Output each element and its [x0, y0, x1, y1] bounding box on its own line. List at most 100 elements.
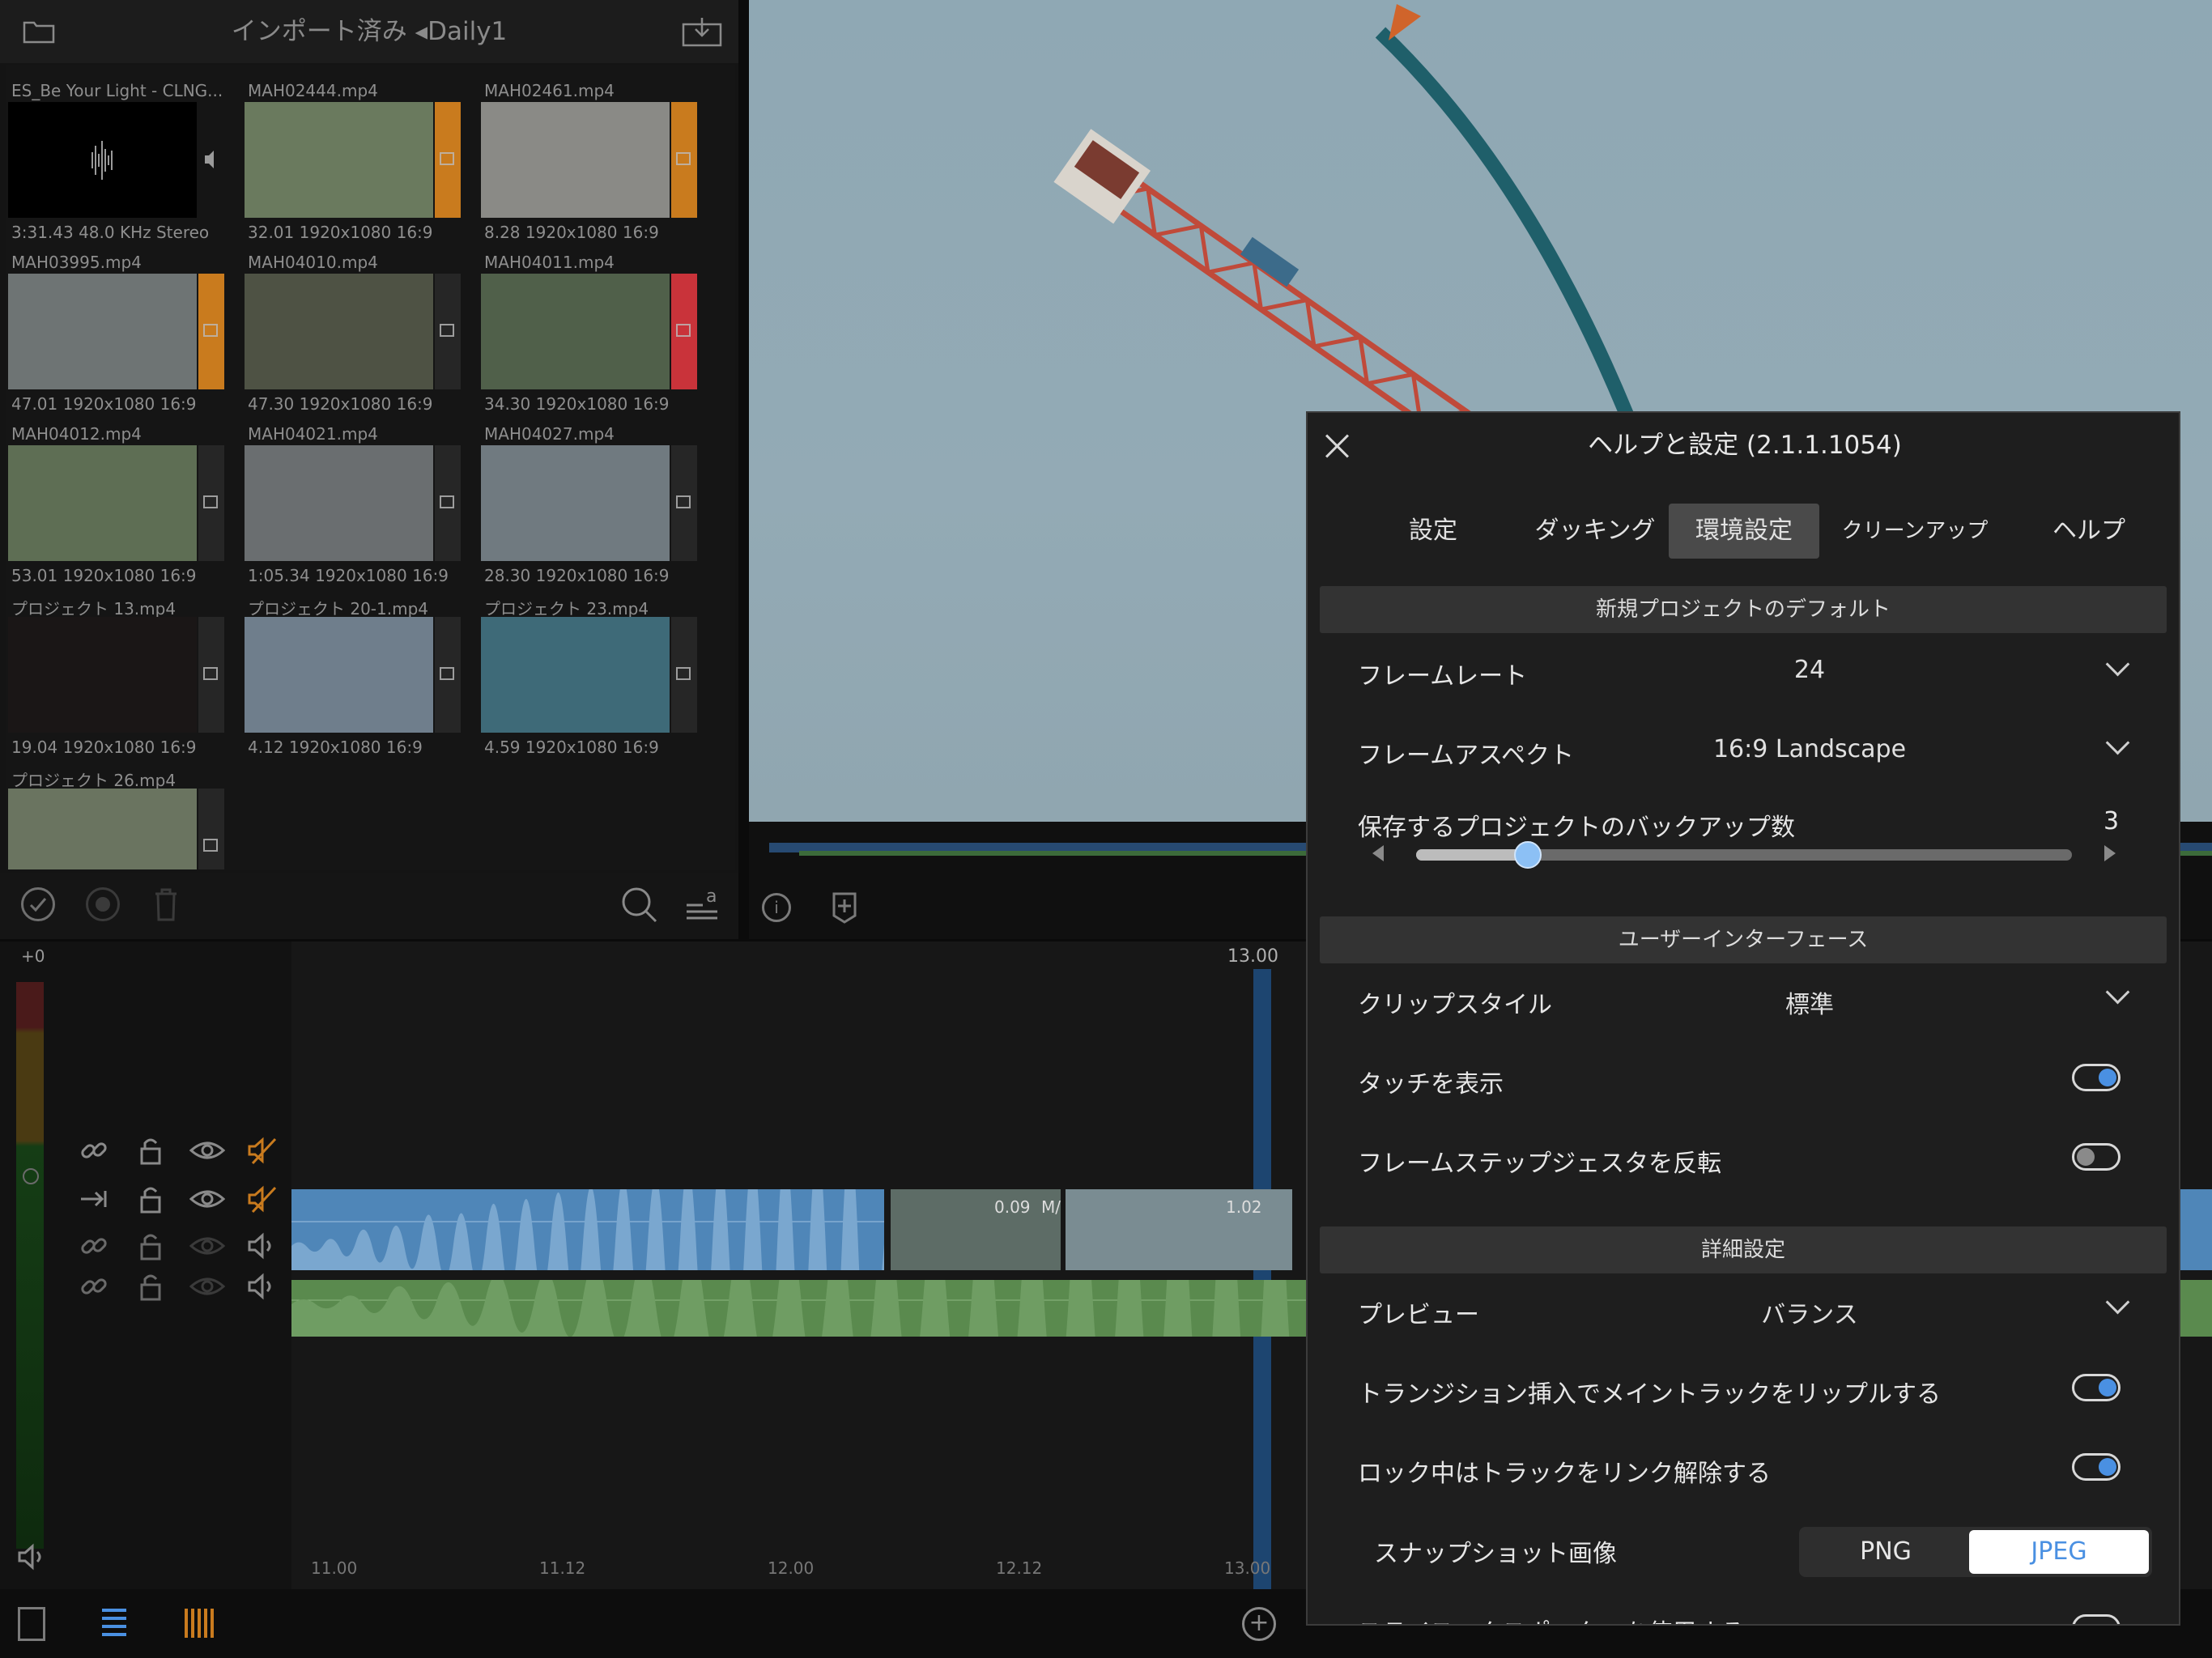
backup-count-value: 3 — [2104, 807, 2120, 835]
add-project-icon[interactable] — [18, 1607, 45, 1641]
chevron-down-icon[interactable] — [2105, 730, 2130, 755]
lock-icon[interactable] — [134, 1183, 167, 1215]
add-clip-icon[interactable]: + — [1242, 1607, 1276, 1641]
chevron-down-icon[interactable] — [2105, 652, 2130, 677]
select-all-icon[interactable] — [21, 887, 55, 921]
track-controls: +0 — [0, 942, 291, 1589]
clip-thumbnail — [8, 617, 197, 733]
snapshot-label: スナップショット画像 — [1374, 1540, 1617, 1568]
clip-type-icon — [435, 445, 461, 561]
link-icon[interactable] — [78, 1134, 110, 1167]
add-marker-icon[interactable] — [832, 891, 857, 924]
clip-meta: 32.01 1920x1080 16:9 — [248, 223, 433, 242]
clip-thumbnail — [245, 445, 433, 561]
clip-meta: 19.04 1920x1080 16:9 — [11, 738, 197, 757]
timeline-view-icon[interactable] — [183, 1607, 215, 1639]
playhead[interactable] — [1253, 969, 1271, 1589]
clip-tile[interactable]: MAH04027.mp4 28.30 1920x1080 16:9 — [481, 424, 701, 586]
link-icon[interactable] — [78, 1230, 110, 1262]
snapshot-png-option[interactable]: PNG — [1802, 1530, 1969, 1574]
clip-tile[interactable]: MAH04021.mp4 1:05.34 1920x1080 16:9 — [245, 424, 465, 586]
invert-frame-step-toggle[interactable] — [2072, 1143, 2121, 1171]
clip-tile[interactable]: MAH04011.mp4 34.30 1920x1080 16:9 — [481, 253, 701, 414]
audio-clip-track-right[interactable] — [2176, 1189, 2212, 1270]
info-icon[interactable]: i — [762, 893, 791, 922]
backup-slider[interactable] — [1416, 841, 2072, 869]
insert-icon[interactable] — [78, 1183, 110, 1215]
settings-dialog: ヘルプと設定 (2.1.1.1054) 設定 ダッキング 環境設定 クリーンアッ… — [1306, 411, 2180, 1626]
clip-tile[interactable]: プロジェクト 13.mp4 19.04 1920x1080 16:9 — [8, 596, 228, 758]
clip-tile[interactable]: プロジェクト 23.mp4 4.59 1920x1080 16:9 — [481, 596, 701, 758]
unlink-toggle[interactable] — [2072, 1453, 2121, 1481]
clip-tile[interactable]: MAH04010.mp4 47.30 1920x1080 16:9 — [245, 253, 465, 414]
tab-ducking[interactable]: ダッキング — [1506, 504, 1684, 559]
slider-knob[interactable] — [1513, 841, 1542, 869]
video-clip[interactable]: 1.02 — [1066, 1189, 1292, 1270]
clip-tile[interactable]: プロジェクト 26.mp4 — [8, 767, 228, 870]
clip-tile[interactable]: ES_Be Your Light - CLNG... 3:31.43 48.0 K… — [8, 81, 228, 243]
audio-waveform-icon — [8, 102, 197, 218]
speaker-icon[interactable] — [246, 1270, 279, 1303]
clip-thumbnail — [245, 102, 433, 218]
clip-name: MAH02444.mp4 — [248, 81, 378, 100]
clip-duration-label: 0.09 — [994, 1197, 1031, 1217]
slice-exporter-toggle[interactable] — [2072, 1614, 2121, 1624]
eye-icon[interactable] — [189, 1134, 226, 1167]
link-icon[interactable] — [78, 1270, 110, 1303]
tab-cleanup[interactable]: クリーンアップ — [1826, 504, 2004, 559]
speaker-icon[interactable] — [246, 1230, 279, 1262]
clip-meta: 4.59 1920x1080 16:9 — [484, 738, 659, 757]
meter-knob[interactable] — [23, 1168, 39, 1184]
frame-aspect-label: フレームアスペクト — [1358, 742, 1574, 770]
search-icon[interactable] — [620, 886, 659, 925]
decrement-icon[interactable] — [1372, 845, 1384, 861]
clip-thumbnail — [481, 274, 670, 389]
clip-thumbnail — [245, 274, 433, 389]
preview-label: プレビュー — [1358, 1301, 1479, 1329]
lock-icon[interactable] — [134, 1230, 167, 1262]
trash-icon[interactable] — [154, 887, 178, 921]
snapshot-format-segmented: PNG JPEG — [1799, 1527, 2152, 1577]
record-icon[interactable] — [86, 887, 120, 921]
eye-icon[interactable] — [189, 1183, 226, 1215]
clip-meta: 34.30 1920x1080 16:9 — [484, 394, 670, 414]
clip-thumbnail — [481, 617, 670, 733]
lock-icon[interactable] — [134, 1270, 167, 1303]
clip-tile[interactable]: MAH04012.mp4 53.01 1920x1080 16:9 — [8, 424, 228, 586]
clip-name: MAH03995.mp4 — [11, 253, 142, 272]
browser-title[interactable]: インポート済み ◂Daily1 — [0, 0, 738, 63]
clip-tile[interactable]: MAH03995.mp4 47.01 1920x1080 16:9 — [8, 253, 228, 414]
import-icon[interactable] — [682, 16, 722, 47]
clip-tile[interactable]: プロジェクト 20-1.mp4 4.12 1920x1080 16:9 — [245, 596, 465, 758]
speaker-muted-icon[interactable] — [246, 1134, 279, 1167]
list-view-icon[interactable] — [100, 1607, 128, 1639]
video-clip[interactable]: 0.09 M/ — [891, 1189, 1061, 1270]
show-touch-toggle[interactable] — [2072, 1064, 2121, 1091]
clip-tile[interactable]: MAH02444.mp4 32.01 1920x1080 16:9 — [245, 81, 465, 243]
tab-settings[interactable]: 設定 — [1372, 504, 1494, 559]
chevron-down-icon[interactable] — [2105, 980, 2130, 1005]
tab-preferences[interactable]: 環境設定 — [1669, 504, 1819, 559]
lock-icon[interactable] — [134, 1134, 167, 1167]
ripple-toggle[interactable] — [2072, 1374, 2121, 1401]
eye-icon[interactable] — [189, 1270, 226, 1303]
speaker-muted-icon[interactable] — [246, 1183, 279, 1215]
clip-duration-label: 1.02 — [1226, 1197, 1262, 1217]
master-volume-icon[interactable] — [16, 1541, 49, 1573]
sort-icon[interactable]: a — [685, 886, 719, 923]
clip-name: プロジェクト 20-1.mp4 — [248, 599, 429, 619]
tab-help[interactable]: ヘルプ — [2004, 504, 2174, 559]
eye-icon[interactable] — [189, 1230, 226, 1262]
ruler-tick-label: 11.00 — [311, 1558, 358, 1578]
snapshot-jpeg-option[interactable]: JPEG — [1969, 1530, 2149, 1574]
clip-tile[interactable]: MAH02461.mp4 8.28 1920x1080 16:9 — [481, 81, 701, 243]
clip-type-icon — [671, 617, 697, 733]
audio-clip-track[interactable] — [291, 1141, 884, 1353]
clip-thumbnail — [8, 274, 197, 389]
increment-icon[interactable] — [2104, 845, 2116, 861]
section-project-defaults: 新規プロジェクトのデフォルト — [1320, 586, 2167, 633]
ruler-tick-label: 12.00 — [768, 1558, 815, 1578]
chevron-down-icon[interactable] — [2105, 1290, 2130, 1315]
clip-type-icon — [198, 445, 224, 561]
clip-type-icon — [198, 617, 224, 733]
